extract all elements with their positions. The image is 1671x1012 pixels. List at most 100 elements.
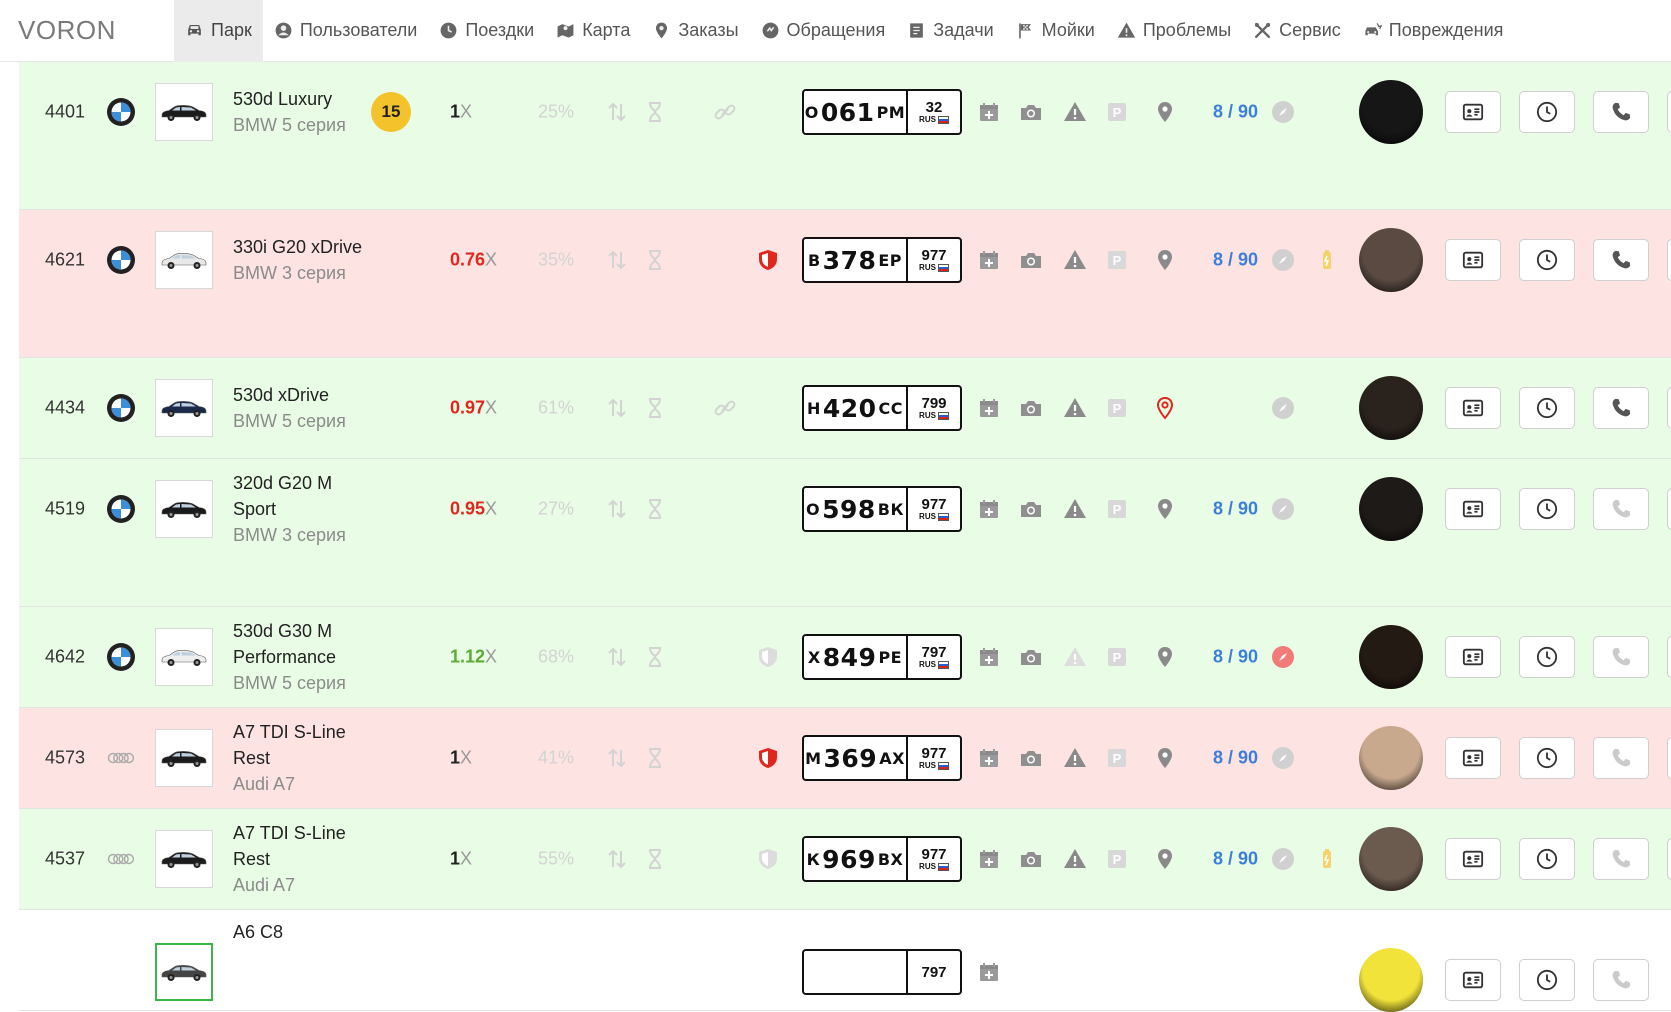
camera-icon[interactable] [1019, 396, 1043, 420]
history-button[interactable] [1519, 636, 1575, 678]
car-model[interactable]: 320d G20 M Sport [233, 470, 363, 522]
parking-icon[interactable]: P [1105, 100, 1129, 124]
driver-card-button[interactable] [1445, 488, 1501, 530]
table-row[interactable]: A6 C8 797 [19, 910, 1671, 1012]
car-model[interactable]: 530d G30 M Performance [233, 618, 363, 670]
driver-avatar[interactable] [1359, 726, 1423, 790]
camera-icon[interactable] [1019, 497, 1043, 521]
license-plate[interactable]: 797 [802, 949, 962, 995]
hourglass-icon[interactable] [643, 396, 667, 420]
driver-avatar[interactable] [1359, 80, 1423, 144]
calendar-add-icon[interactable] [977, 645, 1001, 669]
compass-icon[interactable] [1271, 396, 1295, 420]
history-button[interactable] [1519, 387, 1575, 429]
more-button[interactable] [1667, 387, 1671, 429]
nav-item-car[interactable]: Парк [174, 0, 263, 62]
driver-avatar[interactable] [1359, 477, 1423, 541]
mileage-ratio[interactable]: 8 / 90 [1213, 102, 1258, 123]
calendar-add-icon[interactable] [977, 396, 1001, 420]
parking-icon[interactable]: P [1105, 248, 1129, 272]
car-thumbnail[interactable] [155, 379, 213, 437]
warning-icon[interactable] [1063, 497, 1087, 521]
call-button[interactable] [1593, 959, 1649, 1001]
compass-icon[interactable] [1271, 497, 1295, 521]
driver-card-button[interactable] [1445, 636, 1501, 678]
more-button[interactable] [1667, 636, 1671, 678]
call-button[interactable] [1593, 387, 1649, 429]
parking-icon[interactable]: P [1105, 396, 1129, 420]
compass-icon[interactable] [1271, 645, 1295, 669]
mileage-ratio[interactable]: 8 / 90 [1213, 250, 1258, 271]
mileage-ratio[interactable]: 8 / 90 [1213, 647, 1258, 668]
more-button[interactable] [1667, 838, 1671, 880]
location-pin-icon[interactable] [1153, 847, 1177, 871]
calendar-add-icon[interactable] [977, 960, 1001, 984]
license-plate[interactable]: В 378 ЕР 977 RUS [802, 237, 962, 283]
car-thumbnail[interactable] [155, 83, 213, 141]
calendar-add-icon[interactable] [977, 847, 1001, 871]
hourglass-icon[interactable] [643, 645, 667, 669]
hourglass-icon[interactable] [643, 746, 667, 770]
table-row[interactable]: 4401 530d Luxury BMW 5 серия 15 1X 25% О 061 РМ 3… [19, 62, 1671, 210]
car-model[interactable]: 530d Luxury [233, 86, 363, 112]
nav-item-flag[interactable]: Мойки [1005, 0, 1106, 62]
driver-avatar[interactable] [1359, 948, 1423, 1012]
sort-icon[interactable] [605, 248, 629, 272]
history-button[interactable] [1519, 239, 1575, 281]
license-plate[interactable]: Н 420 СС 799 RUS [802, 385, 962, 431]
call-button[interactable] [1593, 838, 1649, 880]
driver-card-button[interactable] [1445, 737, 1501, 779]
call-button[interactable] [1593, 488, 1649, 530]
car-model[interactable]: A6 C8 [233, 919, 363, 945]
nav-item-user[interactable]: Пользователи [263, 0, 428, 62]
location-pin-icon[interactable] [1153, 248, 1177, 272]
call-button[interactable] [1593, 239, 1649, 281]
link-icon[interactable] [713, 396, 737, 420]
link-icon[interactable] [713, 100, 737, 124]
car-model[interactable]: 530d xDrive [233, 382, 363, 408]
license-plate[interactable]: О 061 РМ 32 RUS [802, 89, 962, 135]
more-button[interactable] [1667, 737, 1671, 779]
history-button[interactable] [1519, 737, 1575, 779]
license-plate[interactable]: К 969 ВХ 977 RUS [802, 836, 962, 882]
warning-icon[interactable] [1063, 746, 1087, 770]
warning-icon[interactable] [1063, 248, 1087, 272]
table-row[interactable]: 4573 A7 TDI S-Line Rest Audi A7 1X 41% М 369 АХ… [19, 708, 1671, 809]
driver-card-button[interactable] [1445, 387, 1501, 429]
location-pin-icon[interactable] [1153, 645, 1177, 669]
history-button[interactable] [1519, 488, 1575, 530]
parking-icon[interactable]: P [1105, 847, 1129, 871]
mileage-ratio[interactable]: 8 / 90 [1213, 748, 1258, 769]
car-thumbnail[interactable] [155, 231, 213, 289]
driver-card-button[interactable] [1445, 239, 1501, 281]
history-button[interactable] [1519, 959, 1575, 1001]
nav-item-warning[interactable]: Проблемы [1106, 0, 1242, 62]
camera-icon[interactable] [1019, 100, 1043, 124]
sort-icon[interactable] [605, 746, 629, 770]
car-model[interactable]: 330i G20 xDrive [233, 234, 363, 260]
table-row[interactable]: 4642 530d G30 M Performance BMW 5 серия 1.1… [19, 607, 1671, 708]
shield-icon[interactable] [756, 847, 780, 871]
table-row[interactable]: 4434 530d xDrive BMW 5 серия 0.97X 61% Н 420 СС… [19, 358, 1671, 459]
car-thumbnail[interactable] [155, 830, 213, 888]
warning-icon[interactable] [1063, 645, 1087, 669]
calendar-add-icon[interactable] [977, 248, 1001, 272]
car-thumbnail[interactable] [155, 943, 213, 1001]
license-plate[interactable]: Х 849 РЕ 797 RUS [802, 634, 962, 680]
license-plate[interactable]: М 369 АХ 977 RUS [802, 735, 962, 781]
compass-icon[interactable] [1271, 100, 1295, 124]
car-model[interactable]: A7 TDI S-Line Rest [233, 719, 363, 771]
location-pin-icon[interactable] [1153, 497, 1177, 521]
hourglass-icon[interactable] [643, 497, 667, 521]
nav-item-chat[interactable]: Обращения [750, 0, 897, 62]
driver-card-button[interactable] [1445, 838, 1501, 880]
camera-icon[interactable] [1019, 248, 1043, 272]
camera-icon[interactable] [1019, 645, 1043, 669]
mileage-ratio[interactable]: 8 / 90 [1213, 849, 1258, 870]
nav-item-map[interactable]: Карта [545, 0, 641, 62]
history-button[interactable] [1519, 838, 1575, 880]
driver-avatar[interactable] [1359, 827, 1423, 891]
nav-item-pin[interactable]: Заказы [641, 0, 749, 62]
calendar-add-icon[interactable] [977, 497, 1001, 521]
sort-icon[interactable] [605, 847, 629, 871]
